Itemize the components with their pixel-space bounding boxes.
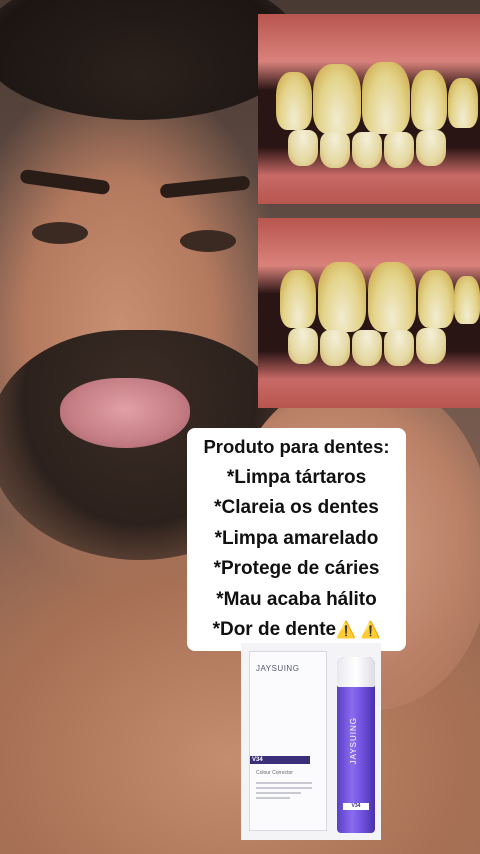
caption-line: *Clareia os dentes (214, 497, 379, 518)
hair (0, 0, 300, 120)
right-eye (180, 230, 236, 252)
tube-cap (337, 657, 375, 687)
caption-line: *Mau acaba hálito (216, 588, 377, 610)
box-variant: V34 (252, 757, 263, 763)
box-brand: JAYSUING (256, 664, 300, 673)
lips (60, 378, 190, 448)
caption-line: *Protege de cáries (213, 558, 380, 579)
tube-brand: JAYSUING (349, 717, 358, 765)
teeth-photo-top (258, 14, 480, 204)
caption-title: Produto para dentes: (203, 436, 390, 457)
teeth-photo-bottom (258, 218, 480, 408)
product-tube: JAYSUING V34 (337, 657, 375, 833)
left-eyebrow (19, 168, 111, 196)
caption-line: *Limpa amarelado (214, 527, 379, 549)
caption-box: Produto para dentes: *Limpa tártaros *Cl… (187, 428, 406, 651)
left-eye (32, 222, 88, 244)
box-fine-print (256, 782, 312, 802)
tube-badge: V34 (343, 803, 369, 810)
warning-icon: ⚠️ ⚠️ (336, 622, 381, 639)
box-subtitle: Colour Corrector (256, 770, 293, 776)
caption-line-last: *Dor de dente⚠️ ⚠️ (187, 615, 406, 647)
caption-line: *Limpa tártaros (226, 466, 367, 488)
right-eyebrow (159, 175, 251, 199)
product-image: JAYSUING V34 Colour Corrector JAYSUING V… (241, 643, 381, 840)
caption-line-text: *Dor de dente (212, 619, 337, 640)
product-box: JAYSUING V34 Colour Corrector (249, 651, 327, 831)
